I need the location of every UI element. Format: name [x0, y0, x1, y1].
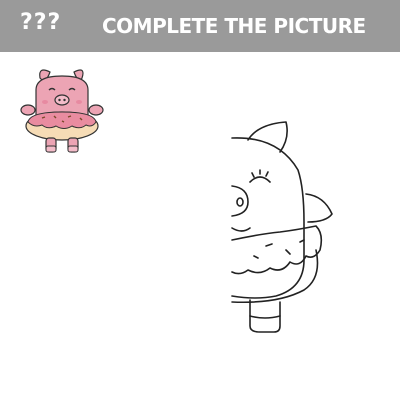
- question-marks-icon: ???: [20, 10, 62, 35]
- half-pig-outline-icon: [231, 121, 333, 333]
- reference-pig-icon: [20, 69, 104, 153]
- page-title: COMPLETE THE PICTURE: [102, 14, 366, 38]
- header-bar: ??? COMPLETE THE PICTURE: [0, 0, 400, 52]
